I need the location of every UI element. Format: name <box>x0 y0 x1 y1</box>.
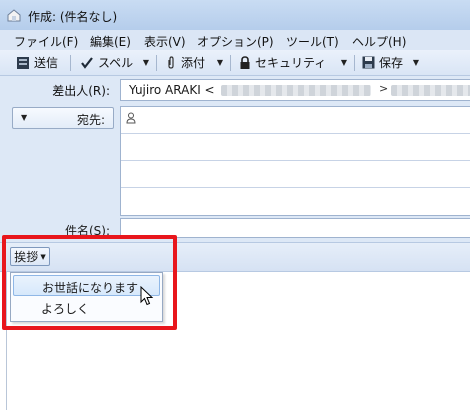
menu-options[interactable]: オプション(P) <box>197 33 274 50</box>
attach-dropdown-arrow[interactable]: ▼ <box>214 54 226 71</box>
menu-help[interactable]: ヘルプ(H) <box>352 33 406 50</box>
recipient-list[interactable] <box>120 106 470 216</box>
window-title: 作成: (件名なし) <box>28 10 118 24</box>
save-dropdown-arrow[interactable]: ▼ <box>410 54 422 71</box>
recipient-row-divider <box>121 160 470 161</box>
menu-file[interactable]: ファイル(F) <box>14 33 78 50</box>
title-bar: 作成: (件名なし) <box>0 0 470 31</box>
send-label: 送信 <box>34 56 59 70</box>
toolbar-separator <box>70 55 71 71</box>
toolbar-separator <box>230 55 231 71</box>
paperclip-icon <box>168 55 174 69</box>
security-dropdown-arrow[interactable]: ▼ <box>338 54 350 71</box>
to-label: 宛先: <box>76 113 105 127</box>
spell-button[interactable]: スペル <box>80 54 133 71</box>
floppy-disk-icon <box>362 56 375 69</box>
menu-view[interactable]: 表示(V) <box>144 33 186 50</box>
send-icon <box>17 56 29 69</box>
chevron-down-icon: ▼ <box>21 113 28 122</box>
send-button[interactable]: 送信 <box>16 54 58 71</box>
recipient-row-divider <box>121 133 470 134</box>
checkmark-icon <box>81 56 93 69</box>
security-button[interactable]: セキュリティ <box>239 54 326 71</box>
from-label: 差出人(R): <box>52 84 110 98</box>
attach-label: 添付 <box>181 56 206 70</box>
toolbar-separator <box>354 55 355 71</box>
security-label: セキュリティ <box>255 56 327 70</box>
spell-dropdown-arrow[interactable]: ▼ <box>140 54 152 71</box>
menu-edit[interactable]: 編集(E) <box>90 33 131 50</box>
recipient-row-divider <box>121 187 470 188</box>
menu-tools[interactable]: ツール(T) <box>286 33 339 50</box>
contact-icon <box>126 112 136 124</box>
toolbar: 送信 スペル ▼ 添付 ▼ セキュリティ ▼ 保存 ▼ <box>0 50 470 76</box>
save-button[interactable]: 保存 <box>362 54 403 71</box>
toolbar-separator <box>156 55 157 71</box>
redacted-email <box>221 85 371 96</box>
lock-icon <box>240 55 250 69</box>
from-value-end: > <box>379 82 389 95</box>
compose-window-icon <box>7 9 21 22</box>
message-header: 差出人(R): Yujiro ARAKI < > ▼ 宛先: 件名(S): <box>0 76 470 242</box>
recipient-type-button[interactable]: ▼ 宛先: <box>12 107 114 129</box>
save-label: 保存 <box>379 56 404 70</box>
from-select[interactable]: Yujiro ARAKI < > <box>120 79 470 101</box>
spell-label: スペル <box>98 56 134 70</box>
attach-button[interactable]: 添付 <box>165 54 205 71</box>
mouse-cursor-icon <box>140 286 154 306</box>
highlight-annotation <box>2 235 177 330</box>
from-value: Yujiro ARAKI < <box>129 83 215 97</box>
redacted-text <box>391 85 470 96</box>
menu-bar: ファイル(F) 編集(E) 表示(V) オプション(P) ツール(T) ヘルプ(… <box>0 30 470 50</box>
